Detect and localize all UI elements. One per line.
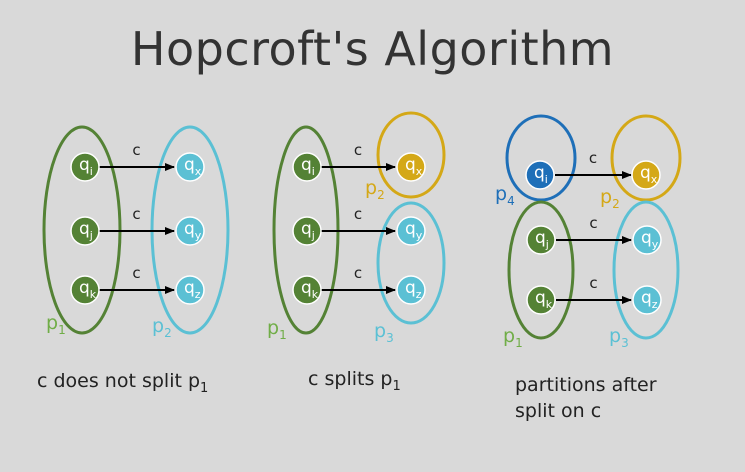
partition-label-p3-diagram2: p3	[374, 320, 394, 345]
transition-j-diagram2-label: c	[354, 205, 362, 223]
partition-label-p4-diagram3: p4	[495, 183, 515, 208]
transition-i-diagram3-label: c	[589, 149, 597, 167]
partition-label-p2-diagram1: p2	[152, 315, 172, 340]
transition-k-diagram3-label: c	[589, 274, 597, 292]
partition-label-p2-diagram2: p2	[365, 177, 385, 202]
transition-k-diagram1-label: c	[132, 264, 140, 282]
transition-j-diagram3-label: c	[589, 214, 597, 232]
partition-label-p1-diagram3: p1	[503, 325, 523, 350]
transition-k-diagram2-label: c	[354, 264, 362, 282]
caption-diagram3-line1: partitions after	[515, 374, 657, 396]
partition-label-p2-diagram3: p2	[600, 186, 620, 211]
partition-p3-diagram3	[612, 200, 680, 340]
transition-i-diagram1-label: c	[132, 141, 140, 159]
caption-diagram3-line2: split on c	[515, 400, 602, 422]
transition-i-diagram2-label: c	[354, 141, 362, 159]
partition-label-p1-diagram2: p1	[267, 317, 287, 342]
partition-label-p1-diagram1: p1	[46, 312, 66, 337]
partition-p1-diagram3	[507, 200, 575, 340]
partition-label-p3-diagram3: p3	[609, 325, 629, 350]
caption-diagram1: c does not split p1	[37, 370, 209, 396]
transition-j-diagram1-label: c	[132, 205, 140, 223]
caption-diagram2: c splits p1	[308, 368, 401, 394]
caption-diagram3: partitions after split on c	[515, 372, 657, 424]
